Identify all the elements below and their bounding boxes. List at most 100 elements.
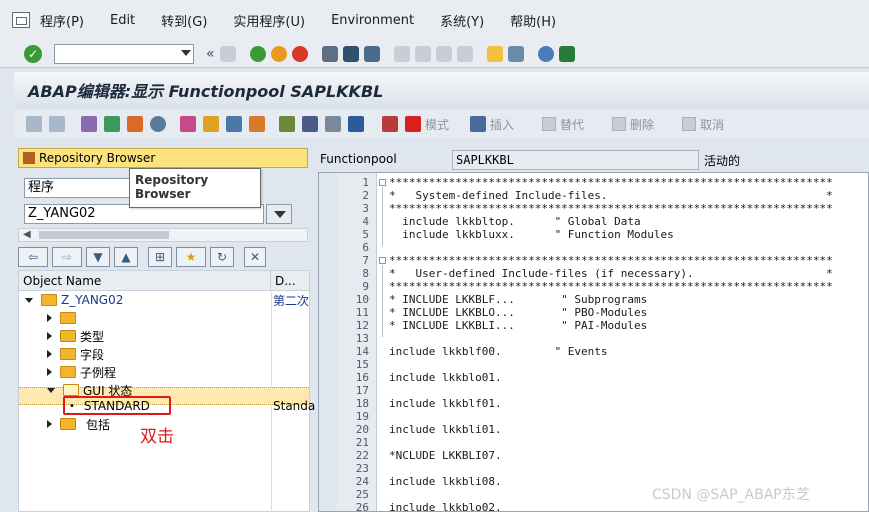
code-line[interactable]: 4 include lkkbltop. " Global Data [319,215,868,228]
menu-help[interactable]: 帮助(H) [510,11,556,30]
code-line[interactable]: 10 * INCLUDE LKKBLF... " Subprograms [319,293,868,306]
code-line[interactable]: 14 include lkkblf00. " Events [319,345,868,358]
code-line[interactable]: 13 [319,332,868,345]
enter-icon[interactable]: ✓ [24,44,42,63]
menu-edit[interactable]: Edit [110,13,135,28]
code-line[interactable]: 15 [319,358,868,371]
forward-arrow-icon[interactable] [49,116,65,132]
code-line[interactable]: 12 * INCLUDE LKKBLI... " PAI-Modules [319,319,868,332]
collapse-icon[interactable]: « [206,46,215,62]
check-icon[interactable] [104,116,120,132]
find-next-icon[interactable] [363,45,380,62]
command-field[interactable] [54,43,194,64]
code-line[interactable]: 19 [319,410,868,423]
tree-node-includes[interactable]: 包括 [47,415,110,433]
chevron-down-icon[interactable] [181,49,191,56]
repository-browser-header[interactable]: Repository Browser [18,148,308,168]
cancel-button[interactable]: 取消 [700,116,724,133]
code-editor[interactable]: 1 ***************************************… [318,172,869,512]
activate-icon[interactable] [127,116,143,132]
pretty-printer-icon[interactable] [302,116,318,132]
expand-icon[interactable]: ▼ [86,247,110,267]
code-line[interactable]: 2 * System-defined Include-files. * [319,189,868,202]
help-icon[interactable] [537,45,554,62]
code-line[interactable]: 21 [319,436,868,449]
menu-utilities[interactable]: 实用程序(U) [233,11,305,30]
expanded-triangle-icon[interactable] [47,387,55,393]
code-line[interactable]: 1 ***************************************… [319,176,868,189]
code-line[interactable]: 17 [319,384,868,397]
find-icon[interactable] [342,45,359,62]
scroll-thumb[interactable] [39,231,169,239]
insert-button[interactable]: 插入 [490,116,514,133]
column-description[interactable]: D... [271,271,296,290]
tree-icon[interactable] [226,116,242,132]
hierarchy-up-icon[interactable]: ⊞ [148,247,172,267]
code-line[interactable]: 18 include lkkblf01. [319,397,868,410]
undo-icon[interactable] [682,117,697,131]
code-line[interactable]: 7 ***************************************… [319,254,868,267]
code-line[interactable]: 11 * INCLUDE LKKBLO... " PBO-Modules [319,306,868,319]
close-icon[interactable]: ✕ [244,247,266,267]
last-page-icon[interactable] [456,45,473,62]
tree-node-subroutines[interactable]: 子例程 [47,363,116,381]
collapse-tree-icon[interactable]: ▲ [114,247,138,267]
code-line[interactable]: 23 [319,462,868,475]
horizontal-scrollbar[interactable]: ◀ [18,228,308,242]
delete-button[interactable]: 删除 [630,116,654,133]
save-icon[interactable] [219,45,236,62]
display-change-icon[interactable] [81,116,97,132]
code-line[interactable]: 20 include lkkbli01. [319,423,868,436]
previous-page-icon[interactable] [414,45,431,62]
menu-program[interactable]: 程序(P) [40,11,84,30]
code-line[interactable]: 3 ***************************************… [319,202,868,215]
code-line[interactable]: 22 *NCLUDE LKKBLI07. [319,449,868,462]
previous-object-icon[interactable]: ⇦ [18,247,48,267]
back-icon[interactable] [249,45,266,62]
collapsed-triangle-icon[interactable] [47,420,52,428]
collapsed-triangle-icon[interactable] [47,314,52,322]
code-line[interactable]: 6 [319,241,868,254]
tree-node-types[interactable]: 类型 [47,327,104,345]
menu-goto[interactable]: 转到(G) [161,11,207,30]
code-line[interactable]: 9 ***************************************… [319,280,868,293]
collapsed-triangle-icon[interactable] [47,350,52,358]
object-list-icon[interactable] [180,116,196,132]
delete-icon[interactable] [612,117,627,131]
pattern-icon[interactable] [249,116,265,132]
breakpoint-icon[interactable] [382,116,398,132]
object-name-dropdown[interactable] [266,204,292,224]
cancel-icon[interactable] [291,45,308,62]
collapsed-triangle-icon[interactable] [47,368,52,376]
expanded-triangle-icon[interactable] [25,297,33,303]
functionpool-field[interactable]: SAPLKKBL [452,150,699,170]
code-line[interactable]: 5 include lkkbluxx. " Function Modules [319,228,868,241]
mode-button[interactable]: 模式 [425,116,449,133]
new-session-icon[interactable] [486,45,503,62]
info-icon[interactable] [348,116,364,132]
menu-environment[interactable]: Environment [331,13,414,28]
first-page-icon[interactable] [393,45,410,62]
system-menu-icon[interactable] [12,12,30,28]
stop-icon[interactable] [405,116,421,132]
back-arrow-icon[interactable] [26,116,42,132]
hierarchy-icon[interactable] [279,116,295,132]
replace-icon[interactable] [542,117,557,131]
tree-node-fields[interactable]: 字段 [47,345,104,363]
code-line[interactable]: 16 include lkkblo01. [319,371,868,384]
refresh-icon[interactable]: ↻ [210,247,234,267]
column-object-name[interactable]: Object Name [19,271,271,290]
object-type-field[interactable]: 程序 [24,178,134,198]
fold-toggle-icon[interactable] [379,179,386,186]
scroll-left-icon[interactable]: ◀ [23,229,31,240]
fold-toggle-icon[interactable] [379,257,386,264]
collapsed-triangle-icon[interactable] [47,332,52,340]
favorites-icon[interactable]: ★ [176,247,206,267]
table-icon[interactable] [325,116,341,132]
insert-icon[interactable] [470,116,487,132]
layout-menu-icon[interactable] [558,45,575,62]
magic-wand-icon[interactable] [203,116,219,132]
exit-icon[interactable] [270,45,287,62]
menu-system[interactable]: 系统(Y) [440,11,484,30]
next-object-icon[interactable]: ⇨ [52,247,82,267]
